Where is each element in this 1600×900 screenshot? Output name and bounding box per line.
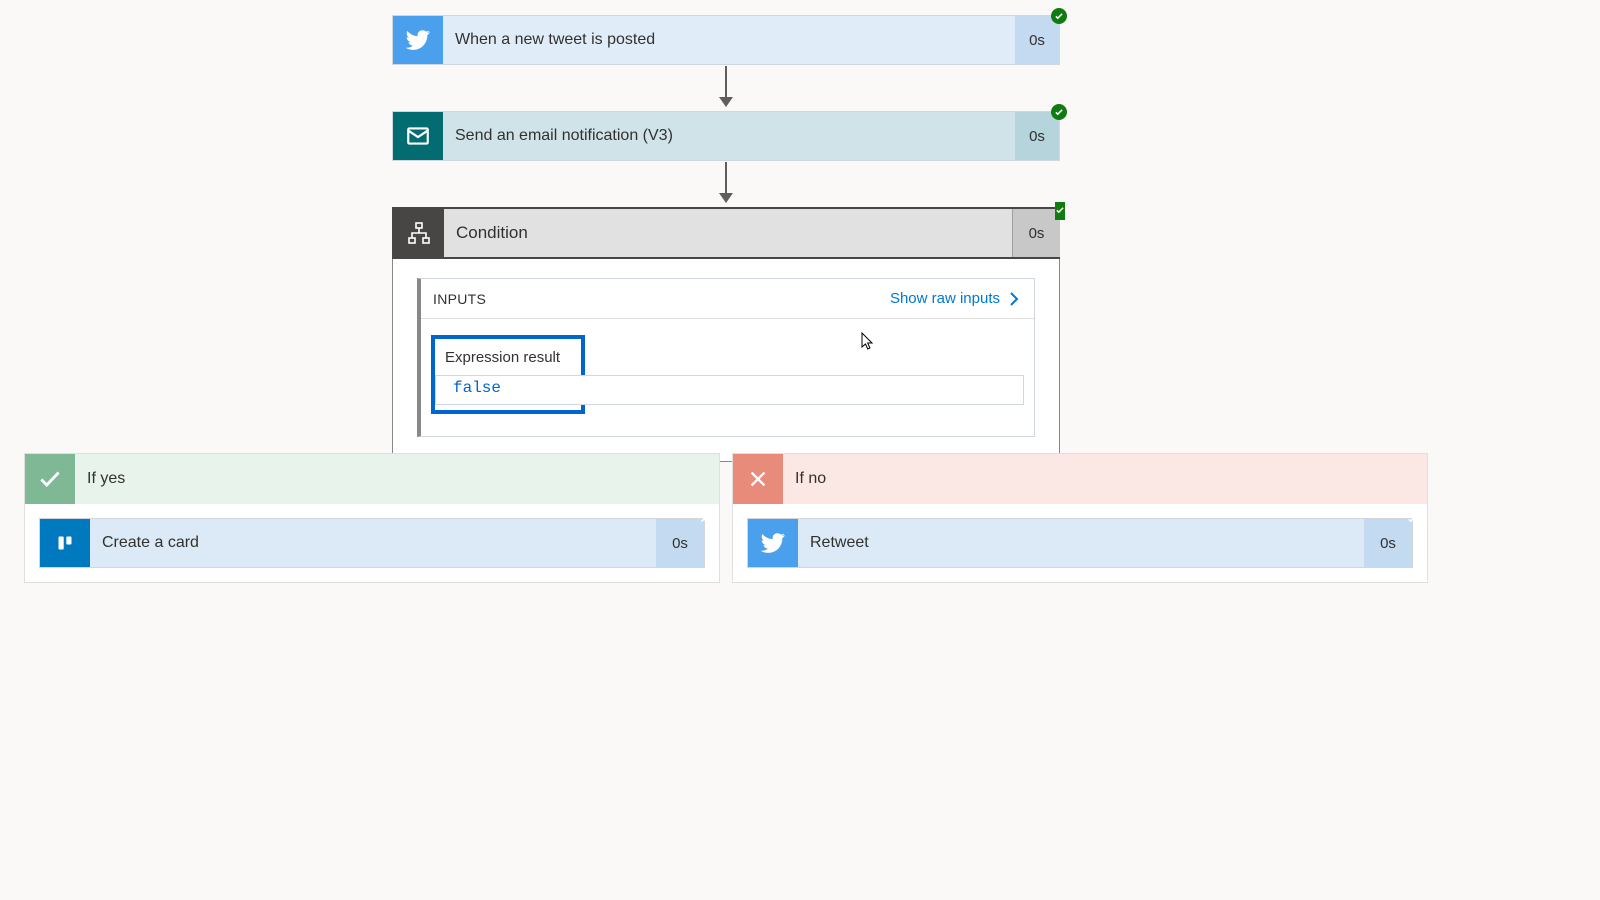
inputs-card: INPUTS Show raw inputs Expression result… (417, 278, 1035, 437)
step-duration: 0s (1015, 16, 1059, 64)
action-label: Retweet (798, 519, 1364, 567)
branch-label: If no (783, 454, 1427, 504)
mail-icon (393, 112, 443, 160)
condition-icon (394, 209, 444, 257)
step-label: Condition (444, 209, 1012, 257)
step-send-email[interactable]: Send an email notification (V3) 0s (392, 111, 1060, 161)
branch-header-yes[interactable]: If yes (25, 454, 719, 504)
branch-header-no[interactable]: If no (733, 454, 1427, 504)
expression-result-value: false (445, 374, 571, 402)
action-duration: 0s (656, 519, 704, 567)
step-duration: 0s (1015, 112, 1059, 160)
condition-body: INPUTS Show raw inputs Expression result… (393, 258, 1059, 461)
mouse-cursor-icon (861, 332, 875, 350)
expression-result-label: Expression result (445, 349, 571, 366)
action-retweet[interactable]: Retweet 0s (747, 518, 1413, 568)
branch-if-no: If no Retweet 0s (732, 453, 1428, 583)
chevron-right-icon (1006, 291, 1022, 307)
success-badge-icon (1051, 104, 1067, 120)
success-badge-icon (1051, 8, 1067, 24)
success-badge-icon (1055, 202, 1065, 220)
step-condition[interactable]: Condition 0s INPUTS Show raw inputs Expr… (392, 207, 1060, 462)
step-label: When a new tweet is posted (443, 16, 1015, 64)
step-duration: 0s (1012, 209, 1060, 257)
trello-icon (40, 519, 90, 567)
check-icon (25, 454, 75, 504)
step-label: Send an email notification (V3) (443, 112, 1015, 160)
show-raw-inputs-label: Show raw inputs (890, 290, 1000, 307)
action-create-card[interactable]: Create a card 0s (39, 518, 705, 568)
skipped-badge-icon (696, 511, 712, 527)
show-raw-inputs-link[interactable]: Show raw inputs (890, 290, 1022, 307)
action-duration: 0s (1364, 519, 1412, 567)
x-icon (733, 454, 783, 504)
branch-if-yes: If yes Create a card 0s (24, 453, 720, 583)
twitter-icon (748, 519, 798, 567)
twitter-icon (393, 16, 443, 64)
success-badge-icon (1404, 511, 1420, 527)
branch-label: If yes (75, 454, 719, 504)
action-label: Create a card (90, 519, 656, 567)
flow-canvas: When a new tweet is posted 0s Send an em… (0, 0, 1600, 900)
inputs-title: INPUTS (433, 291, 486, 307)
step-trigger-tweet[interactable]: When a new tweet is posted 0s (392, 15, 1060, 65)
